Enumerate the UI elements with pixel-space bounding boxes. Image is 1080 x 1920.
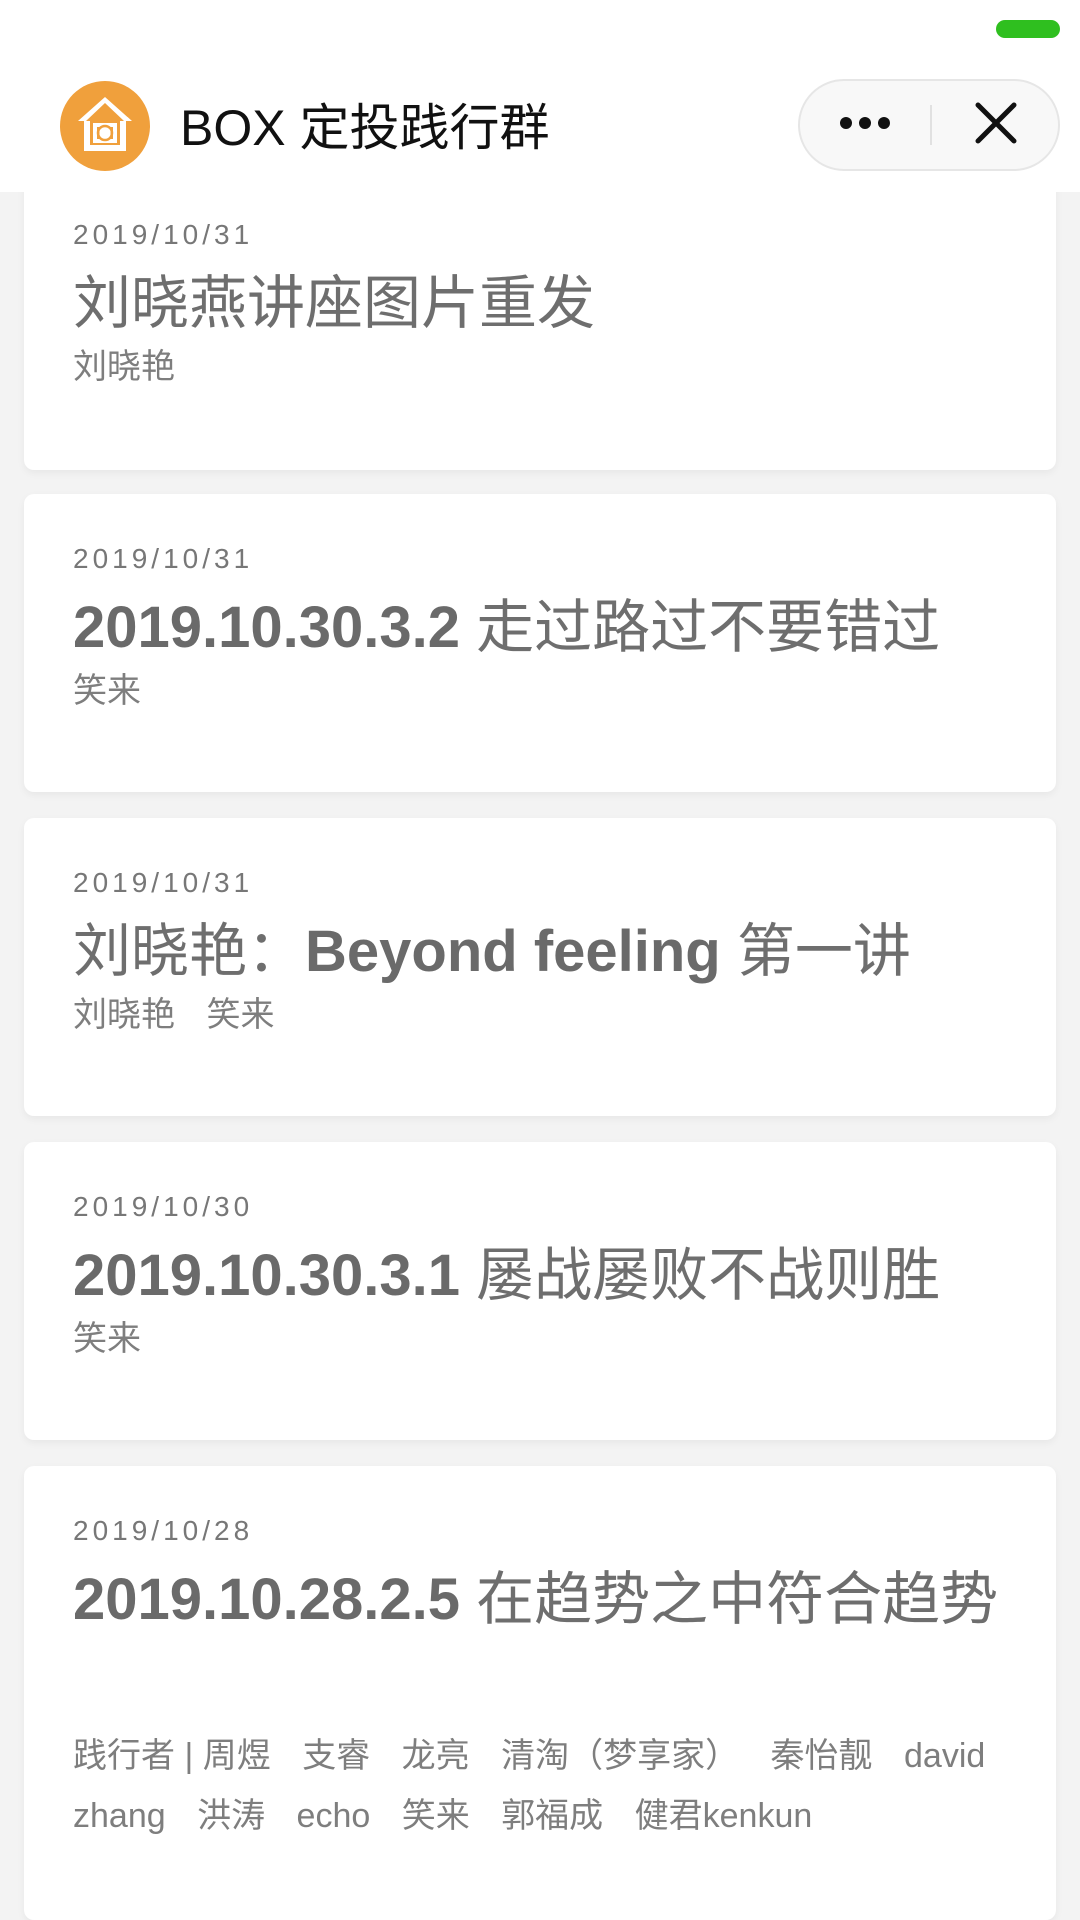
post-authors: 刘晓艳 笑来 [73, 985, 1033, 1045]
author-tag[interactable]: 笑来 [402, 1797, 470, 1835]
post-card[interactable]: 2019/10/28 2019.10.28.2.5 在趋势之中符合趋势 践行者 … [24, 1466, 1056, 1920]
close-icon [974, 101, 1018, 150]
post-title-text: 走过路过不要错过 [460, 595, 941, 660]
author-tag[interactable]: 清淘（梦享家） [501, 1737, 739, 1775]
post-title[interactable]: 2019.10.28.2.5 在趋势之中符合趋势 [73, 1553, 1023, 1647]
author-tag[interactable]: 健君kenkun [635, 1797, 813, 1835]
post-title-text: 刘晓艳： [73, 919, 306, 984]
post-card[interactable]: 2019/10/31 2019.10.30.3.2 走过路过不要错过 笑来 [24, 494, 1056, 792]
more-dots-icon [839, 116, 891, 135]
post-title-text: 在趋势之中符合趋势 [460, 1567, 999, 1632]
author-tag[interactable]: 龙亮 [402, 1737, 470, 1775]
close-button[interactable] [932, 81, 1060, 169]
author-tag[interactable]: 刘晓艳 [73, 348, 175, 386]
post-card[interactable]: 2019/10/31 刘晓燕讲座图片重发 刘晓艳 [24, 170, 1056, 470]
author-tag[interactable]: 支睿 [302, 1737, 370, 1775]
author-tag[interactable]: echo [297, 1797, 371, 1835]
post-title-number: 2019.10.30.3.2 [73, 595, 461, 660]
house-coin-icon[interactable] [60, 81, 150, 171]
post-title-english: Beyond feeling [305, 919, 721, 984]
post-date: 2019/10/31 [73, 867, 254, 898]
post-authors: 刘晓艳 [73, 337, 1033, 397]
navigation-bar: BOX 定投践行群 [0, 0, 1080, 192]
post-authors: 笑来 [73, 1309, 1033, 1369]
author-tag[interactable]: 刘晓艳 [73, 996, 175, 1034]
author-tag[interactable]: 笑来 [206, 996, 274, 1034]
author-tag[interactable]: 笑来 [73, 672, 141, 710]
menu-capsule [798, 79, 1060, 171]
author-tag[interactable]: 洪涛 [197, 1797, 265, 1835]
author-tag[interactable]: 践行者 | 周煜 [73, 1737, 271, 1775]
status-indicator [996, 20, 1060, 38]
post-authors: 践行者 | 周煜 支睿 龙亮 清淘（梦享家） 秦怡靓 david zhang 洪… [73, 1726, 1033, 1846]
more-button[interactable] [800, 81, 930, 169]
post-title-tail: 第一讲 [720, 919, 911, 984]
author-tag[interactable]: 郭福成 [501, 1797, 603, 1835]
post-authors: 笑来 [73, 661, 1033, 721]
post-date: 2019/10/31 [73, 219, 254, 250]
post-date: 2019/10/28 [73, 1515, 254, 1546]
post-card[interactable]: 2019/10/30 2019.10.30.3.1 屡战屡败不战则胜 笑来 [24, 1142, 1056, 1440]
post-title-number: 2019.10.28.2.5 [73, 1567, 461, 1632]
author-tag[interactable]: 笑来 [73, 1320, 141, 1358]
post-title-number: 2019.10.30.3.1 [73, 1243, 461, 1308]
post-title-text: 刘晓燕讲座图片重发 [73, 271, 596, 336]
post-date: 2019/10/31 [73, 543, 254, 574]
post-title-text: 屡战屡败不战则胜 [460, 1243, 941, 1308]
post-card[interactable]: 2019/10/31 刘晓艳：Beyond feeling 第一讲 刘晓艳 笑来 [24, 818, 1056, 1116]
app-title: BOX 定投践行群 [180, 100, 550, 156]
author-tag[interactable]: 秦怡靓 [771, 1737, 873, 1775]
post-date: 2019/10/30 [73, 1191, 254, 1222]
